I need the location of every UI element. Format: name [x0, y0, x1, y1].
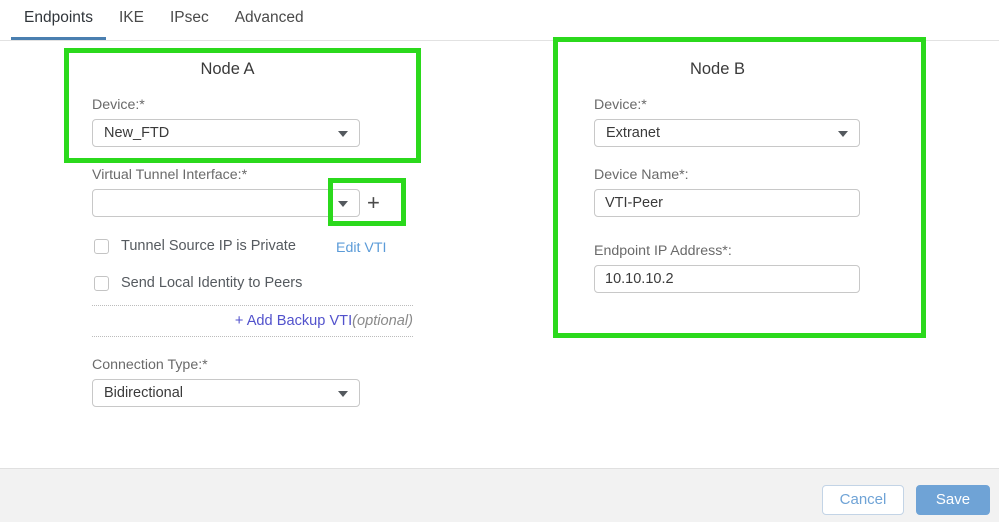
node-a-device-select[interactable]: New_FTD	[92, 119, 360, 147]
node-b-device-label: Device:*	[594, 97, 647, 113]
tunnel-source-private-label: Tunnel Source IP is Private	[121, 238, 296, 254]
node-b-title: Node B	[689, 60, 746, 78]
node-b-device-value: Extranet	[606, 125, 660, 141]
chevron-down-icon	[338, 131, 348, 137]
chevron-down-icon	[338, 391, 348, 397]
node-b-device-name-label: Device Name*:	[594, 167, 689, 183]
divider-bottom	[92, 336, 413, 337]
connection-type-label: Connection Type:*	[92, 357, 208, 373]
chevron-down-icon	[338, 201, 348, 207]
connection-type-value: Bidirectional	[104, 385, 183, 401]
edit-vti-link[interactable]: Edit VTI	[336, 240, 386, 256]
node-a-device-value: New_FTD	[104, 125, 170, 141]
node-a-title: Node A	[200, 60, 255, 78]
node-a-device-label: Device:*	[92, 97, 145, 113]
send-local-identity-label: Send Local Identity to Peers	[121, 275, 303, 291]
cancel-button[interactable]: Cancel	[822, 485, 904, 515]
node-b-endpoint-ip-label: Endpoint IP Address*:	[594, 243, 732, 259]
tunnel-source-private-row[interactable]: Tunnel Source IP is Private	[94, 238, 296, 254]
tab-list: Endpoints IKE IPsec Advanced	[11, 8, 317, 40]
node-b-endpoint-ip-input[interactable]	[594, 265, 860, 293]
tab-ipsec[interactable]: IPsec	[157, 8, 222, 40]
tunnel-source-private-checkbox[interactable]	[94, 238, 109, 254]
dialog-footer: Cancel Save	[0, 468, 999, 522]
add-backup-vti-row: + Add Backup VTI(optional)	[92, 313, 413, 329]
tab-bar: Endpoints IKE IPsec Advanced	[0, 0, 999, 41]
send-local-identity-checkbox[interactable]	[94, 275, 109, 291]
node-b-device-select[interactable]: Extranet	[594, 119, 860, 147]
connection-type-select[interactable]: Bidirectional	[92, 379, 360, 407]
endpoints-form: Node A Device:* New_FTD Virtual Tunnel I…	[0, 41, 999, 468]
tab-endpoints[interactable]: Endpoints	[11, 8, 106, 40]
tab-ike[interactable]: IKE	[106, 8, 157, 40]
node-b-device-name-input[interactable]	[594, 189, 860, 217]
send-local-identity-row[interactable]: Send Local Identity to Peers	[94, 275, 302, 291]
add-vti-plus-icon[interactable]: +	[367, 192, 380, 214]
add-backup-vti-optional: (optional)	[352, 313, 413, 329]
node-a-vti-label: Virtual Tunnel Interface:*	[92, 167, 248, 183]
divider-top	[92, 305, 413, 306]
chevron-down-icon	[838, 131, 848, 137]
tab-advanced[interactable]: Advanced	[222, 8, 317, 40]
save-button[interactable]: Save	[916, 485, 990, 515]
add-backup-vti-link[interactable]: + Add Backup VTI	[235, 313, 352, 329]
node-a-vti-select[interactable]	[92, 189, 360, 217]
